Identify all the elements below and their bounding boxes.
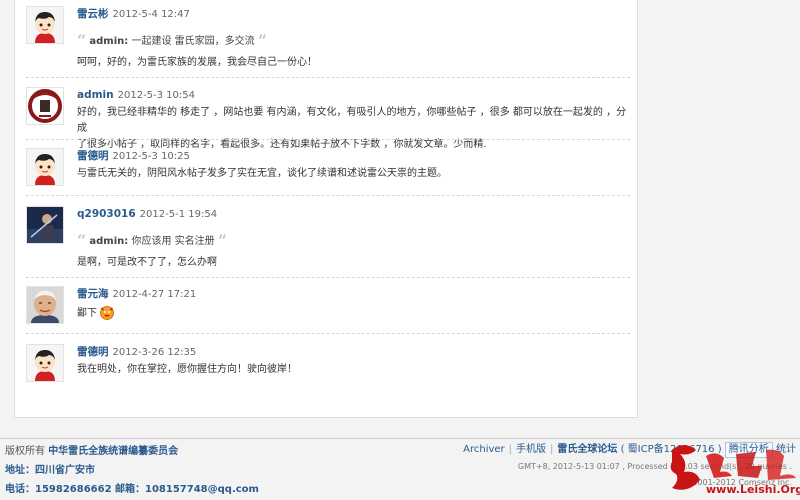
calligraphy-logo-icon: www.Leishi.Org xyxy=(670,445,800,496)
message-text: 鄙下 xyxy=(77,308,97,319)
comment-author[interactable]: 雷云彬 xyxy=(77,8,109,20)
comment-date: 2012-5-4 12:47 xyxy=(112,9,190,20)
comment-message: 与雷氏无关的，阴阳风水帖子发多了实在无宜，谈化了续谱和述说雷公天祟的主题。 xyxy=(77,168,447,179)
game-character-avatar-icon xyxy=(27,207,63,243)
comment-message: 鄙下 xyxy=(77,304,630,326)
footer-owner-row: 版权所有 中华雷氏全族统谱编纂委员会 xyxy=(5,442,259,461)
site-logo[interactable]: www.Leishi.Org xyxy=(662,436,800,497)
comment-item: admin 2012-5-3 10:54 好的，我已经非精华的 移走了 ，网站也要… xyxy=(26,87,630,150)
avatar[interactable] xyxy=(26,206,64,244)
quote-block: “ admin: 一起建设 雷氏家园，多交流 ” xyxy=(77,33,630,49)
quote-close-mark: ” xyxy=(217,231,228,250)
comment-message: 我在明处，你在掌控，愿你握住方向！驶向彼岸！ xyxy=(77,364,297,375)
devil-smiley-icon xyxy=(99,304,115,326)
link-separator: | xyxy=(508,444,513,455)
quote-author: admin: xyxy=(89,36,129,47)
avatar[interactable] xyxy=(26,6,64,44)
avatar[interactable] xyxy=(26,87,64,125)
comment-message: 呵呵，好的，为雷氏家族的发展，我会尽自己一份心！ xyxy=(77,57,317,68)
comment-item: 雷德明 2012-3-26 12:35 我在明处，你在掌控，愿你握住方向！驶向彼岸… xyxy=(26,344,630,392)
photo-avatar-icon xyxy=(27,287,63,323)
quote-text: 一起建设 雷氏家园，多交流 xyxy=(131,36,255,47)
comment-date: 2012-5-3 10:54 xyxy=(117,90,196,101)
mobile-link[interactable]: 手机版 xyxy=(516,444,546,455)
quote-text: 你应该用 实名注册 xyxy=(131,236,215,247)
clan-logo-icon xyxy=(27,88,63,124)
cartoon-avatar-icon xyxy=(27,149,63,185)
contact-text: 电话：15982686662 邮箱：108157748@qq.com xyxy=(5,484,259,495)
archiver-link[interactable]: Archiver xyxy=(463,444,505,455)
comment-author[interactable]: 雷德明 xyxy=(77,150,109,162)
comment-date: 2012-3-26 12:35 xyxy=(112,347,197,358)
comment-item: 雷云彬 2012-5-4 12:47 “ admin: 一起建设 雷氏家园，多交流… xyxy=(26,6,630,78)
comments-panel: 雷云彬 2012-5-4 12:47 “ admin: 一起建设 雷氏家园，多交流… xyxy=(14,0,638,418)
link-separator: | xyxy=(550,444,554,455)
logo-url: www.Leishi.Org xyxy=(706,483,800,496)
cartoon-avatar-icon xyxy=(27,7,63,43)
quote-open-mark: “ xyxy=(77,231,87,250)
cartoon-avatar-icon xyxy=(27,345,63,381)
comment-author[interactable]: q2903016 xyxy=(77,208,136,220)
comment-date: 2012-5-3 10:25 xyxy=(112,151,190,162)
comment-message: 好的，我已经非精华的 移走了 ，网站也要 有内涵，有文化，有吸引人的地方，你哪些… xyxy=(77,105,630,153)
owner-name[interactable]: 中华雷氏全族统谱编纂委员会 xyxy=(48,446,178,457)
footer-contact-row: 电话：15982686662 邮箱：108157748@qq.com xyxy=(5,480,259,499)
footer-info: 版权所有 中华雷氏全族统谱编纂委员会 地址：四川省广安市 电话：15982686… xyxy=(5,442,259,499)
comment-message: 是啊，可是改不了了，怎么办啊 xyxy=(77,257,217,268)
quote-author: admin: xyxy=(89,236,129,247)
forum-link[interactable]: 雷氏全球论坛 xyxy=(557,444,617,455)
comment-item: 雷元海 2012-4-27 17:21 鄙下 xyxy=(26,286,630,334)
quote-open-mark: “ xyxy=(77,31,87,50)
comment-date: 2012-4-27 17:21 xyxy=(112,289,197,300)
comment-date: 2012-5-1 19:54 xyxy=(139,209,218,220)
quote-close-mark: ” xyxy=(257,31,268,50)
avatar[interactable] xyxy=(26,286,64,324)
comment-author[interactable]: admin xyxy=(77,89,114,101)
message-line: 好的，我已经非精华的 移走了 ，网站也要 有内涵，有文化，有吸引人的地方，你哪些… xyxy=(77,107,627,134)
avatar[interactable] xyxy=(26,148,64,186)
comment-item: 雷德明 2012-5-3 10:25 与雷氏无关的，阴阳风水帖子发多了实在无宜，谈… xyxy=(26,148,630,196)
comment-item: q2903016 2012-5-1 19:54 “ admin: 你应该用 实名注… xyxy=(26,206,630,278)
owner-label: 版权所有 xyxy=(5,446,45,457)
comment-author[interactable]: 雷德明 xyxy=(77,346,109,358)
comment-author[interactable]: 雷元海 xyxy=(77,288,109,300)
quote-block: “ admin: 你应该用 实名注册 ” xyxy=(77,233,630,249)
address-text: 地址：四川省广安市 xyxy=(5,465,95,476)
footer-address-row: 地址：四川省广安市 xyxy=(5,461,259,480)
avatar[interactable] xyxy=(26,344,64,382)
